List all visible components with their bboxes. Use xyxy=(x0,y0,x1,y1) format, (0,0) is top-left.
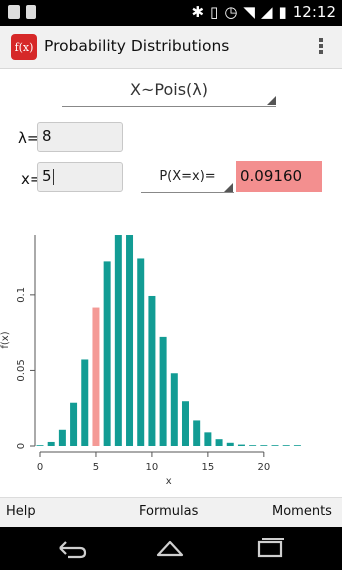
y-tick-label: 0.05 xyxy=(16,359,27,381)
x-axis-label: x xyxy=(166,476,172,487)
bar-x-17 xyxy=(226,442,234,446)
y-axis-label: f(x) xyxy=(0,331,11,348)
wifi-icon: ◥ xyxy=(243,3,255,21)
bar-x-11 xyxy=(159,336,167,446)
distribution-chart: 0 5 10 15 20 0 0.05 0.1 x f(x) xyxy=(0,235,301,487)
bar-x-22 xyxy=(282,445,290,446)
bar-x-13 xyxy=(181,401,189,446)
lambda-value: 8 xyxy=(42,127,52,145)
probability-result: 0.09160 xyxy=(236,161,322,192)
moments-button[interactable]: Moments xyxy=(272,504,332,519)
alarm-icon: ◷ xyxy=(224,3,238,21)
bar-x-12 xyxy=(170,373,178,446)
bar-x-2 xyxy=(58,429,66,446)
probability-type-selected: P(X=x)= xyxy=(159,169,216,184)
x-value: 5 xyxy=(42,167,52,185)
bar-x-6 xyxy=(103,261,111,446)
recent-apps-icon[interactable] xyxy=(252,536,288,560)
bar-x-3 xyxy=(70,402,78,446)
x-tick-label: 0 xyxy=(37,462,43,473)
bar-x-18 xyxy=(237,444,245,446)
overflow-menu-icon[interactable] xyxy=(318,36,324,56)
battery-icon: ▮ xyxy=(278,3,287,21)
bar-x-1 xyxy=(47,441,55,446)
formulas-button[interactable]: Formulas xyxy=(139,504,198,519)
x-input[interactable]: 5 xyxy=(37,162,123,192)
bar-x-5 xyxy=(92,307,100,446)
back-icon[interactable] xyxy=(54,536,90,560)
bar-x-8 xyxy=(126,235,134,446)
x-tick-label: 15 xyxy=(202,462,215,473)
bar-x-0 xyxy=(36,445,44,446)
y-tick-label: 0 xyxy=(16,443,27,449)
bar-x-21 xyxy=(271,445,279,446)
vibrate-icon: ▯ xyxy=(210,3,219,21)
dropdown-arrow-icon xyxy=(224,183,233,192)
probability-type-dropdown[interactable]: P(X=x)= xyxy=(141,163,234,193)
home-icon[interactable] xyxy=(152,536,188,560)
lambda-input[interactable]: 8 xyxy=(37,122,123,152)
bar-x-14 xyxy=(193,420,201,446)
bar-x-7 xyxy=(114,235,122,446)
notification-image-icon xyxy=(8,5,20,19)
dropdown-arrow-icon xyxy=(267,96,276,105)
bluetooth-icon: ✱ xyxy=(191,3,205,21)
bar-x-4 xyxy=(81,359,89,446)
bar-x-23 xyxy=(293,445,301,446)
bar-x-19 xyxy=(249,445,257,446)
distribution-selected: X~Pois(λ) xyxy=(130,80,208,99)
app-title: Probability Distributions xyxy=(44,37,230,55)
x-tick-label: 20 xyxy=(257,462,270,473)
distribution-dropdown[interactable]: X~Pois(λ) xyxy=(62,76,276,107)
app-logo-icon[interactable]: f(x) xyxy=(11,34,37,60)
y-tick-label: 0.1 xyxy=(16,287,27,303)
signal-icon: ◢ xyxy=(260,3,273,21)
bar-x-20 xyxy=(260,445,268,446)
x-tick-label: 5 xyxy=(93,462,99,473)
status-time: 12:12 xyxy=(292,3,336,21)
notification-bars-icon xyxy=(26,5,36,19)
bar-x-15 xyxy=(204,432,212,446)
bar-x-9 xyxy=(137,258,145,446)
help-button[interactable]: Help xyxy=(6,504,36,519)
bar-x-10 xyxy=(148,295,156,446)
x-tick-label: 10 xyxy=(146,462,159,473)
status-bar: ✱ ▯ ◷ ◥ ◢ ▮ 12:12 xyxy=(0,0,342,26)
bar-x-16 xyxy=(215,439,223,446)
